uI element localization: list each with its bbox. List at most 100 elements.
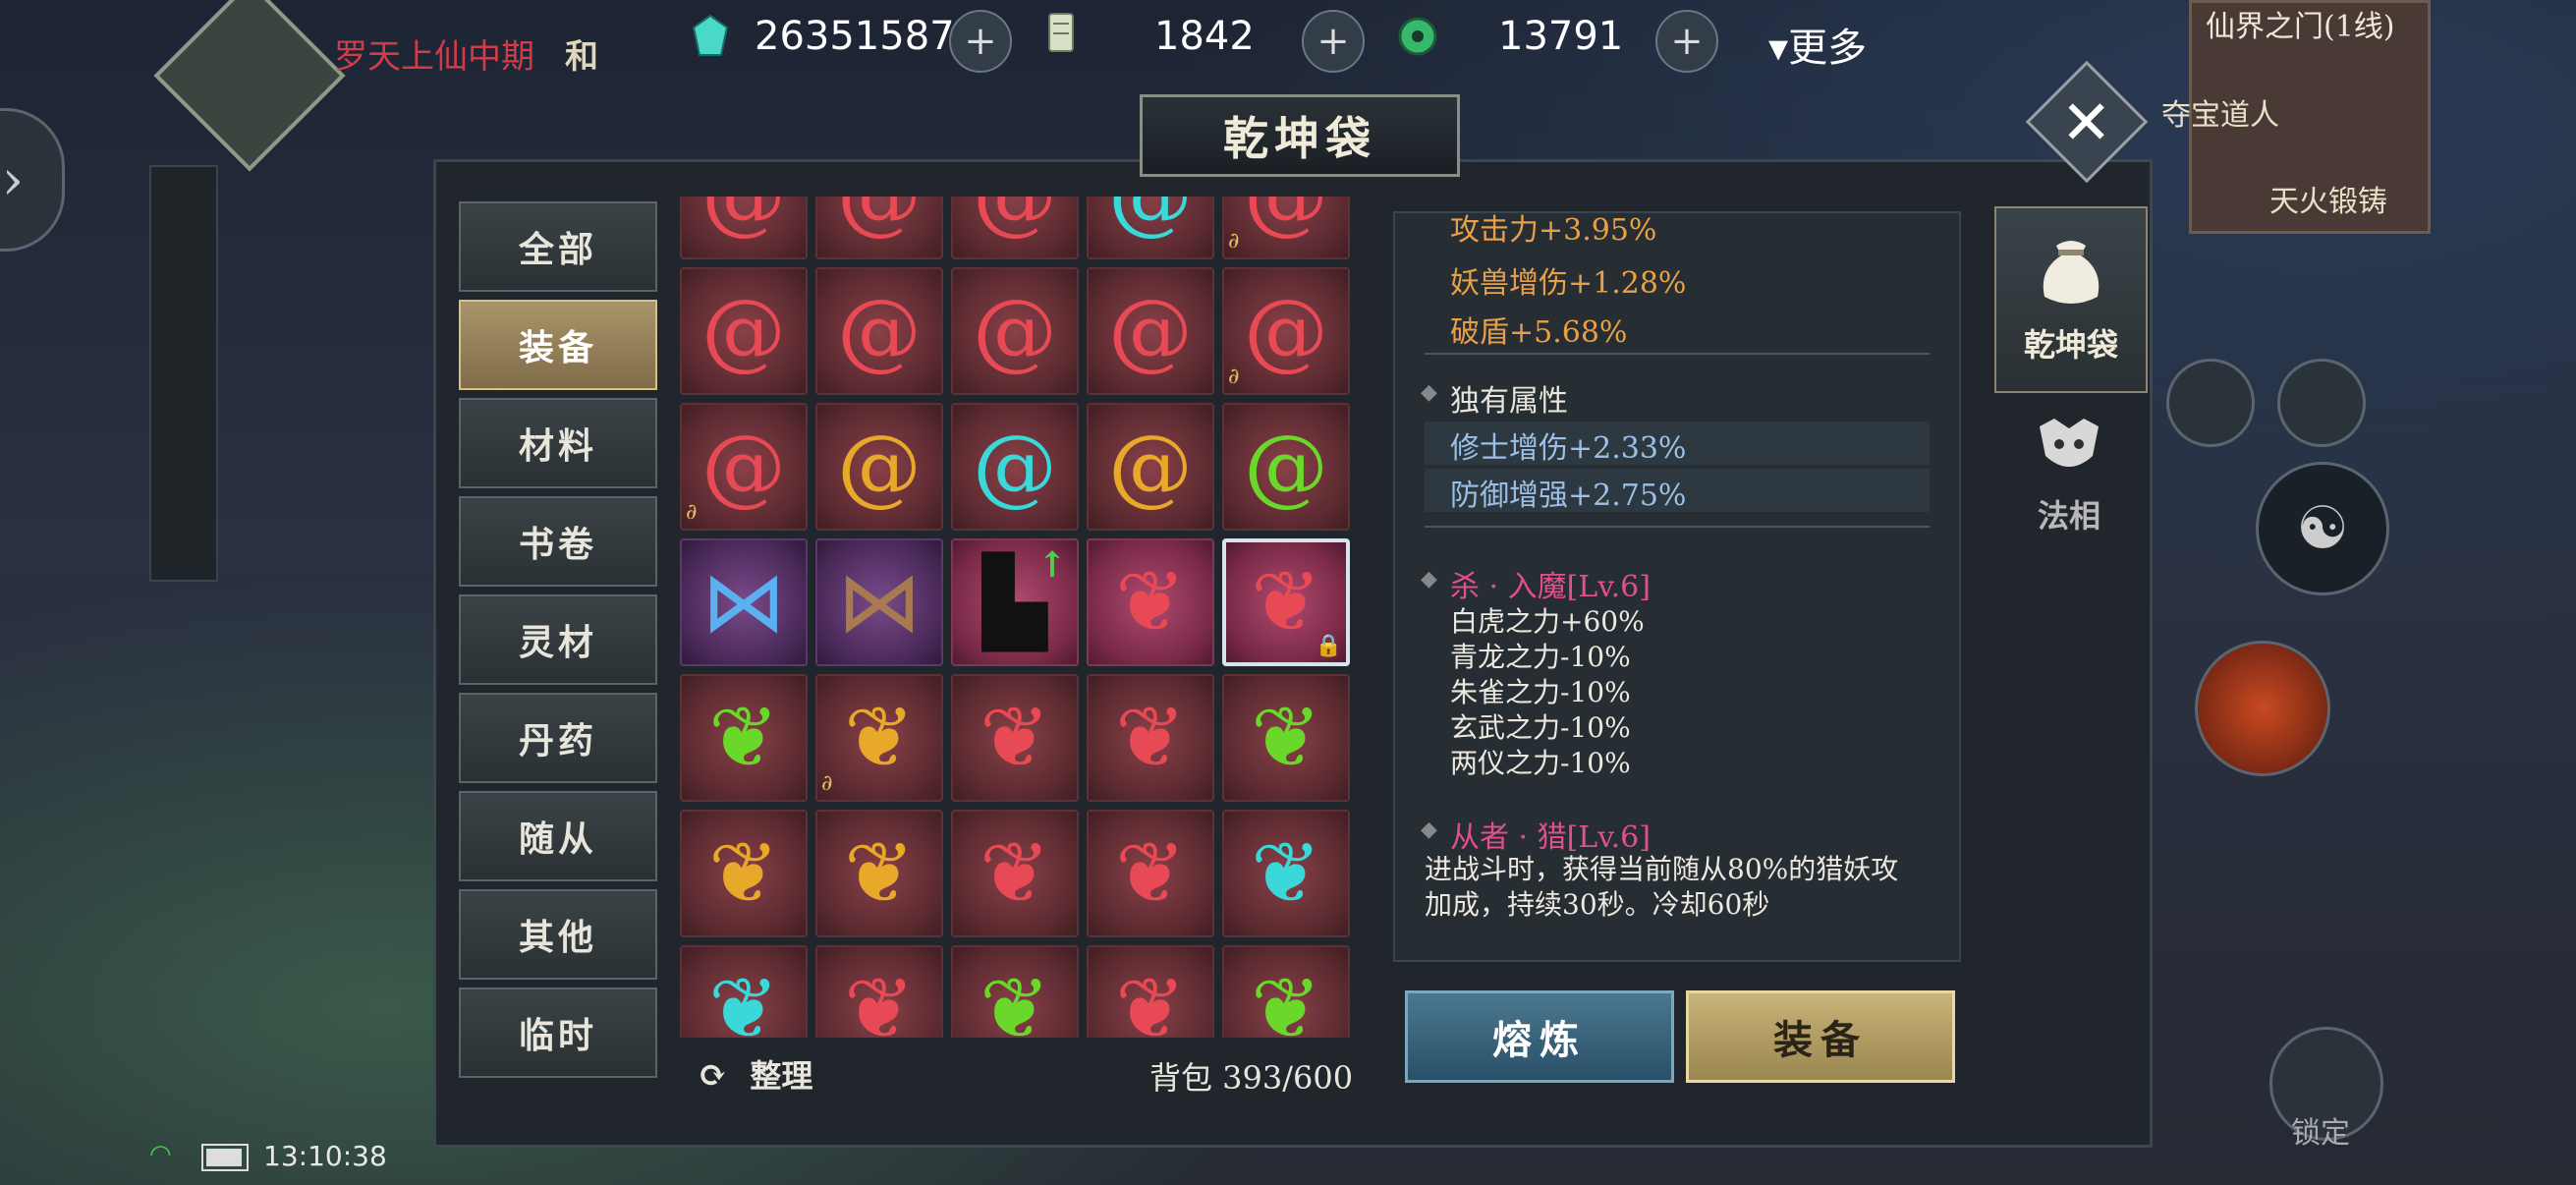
side-tab-dharma[interactable]: 法相 — [1994, 403, 2144, 540]
item-slot[interactable]: @ — [1222, 403, 1350, 531]
item-detail-panel[interactable]: 攻击力+3.95% 妖兽增伤+1.28% 破盾+5.68% ◆ 独有属性 修士增… — [1393, 211, 1961, 962]
item-slot[interactable]: @ — [951, 267, 1079, 395]
map-npc-label: 夺宝道人 — [2161, 98, 2279, 133]
flame-spirit-icon: ❦ — [843, 824, 916, 923]
flame-spirit-icon: ❦ — [1250, 960, 1322, 1038]
item-slot[interactable]: ❦∂ — [680, 945, 808, 1038]
tab-followers[interactable]: 随从 — [459, 791, 657, 881]
item-slot[interactable]: ▙ ↑ — [951, 538, 1079, 666]
bag-shortcut-button[interactable] — [2166, 359, 2255, 447]
sort-label: 整理 — [750, 1057, 813, 1095]
item-slot[interactable]: ❦ — [951, 810, 1079, 937]
item-slot[interactable]: ❦ — [1087, 945, 1214, 1038]
item-slot[interactable]: @ — [815, 403, 943, 531]
item-slot[interactable]: ❦ — [1087, 538, 1214, 666]
tab-books[interactable]: 书卷 — [459, 496, 657, 587]
item-slot[interactable]: @ — [680, 197, 808, 259]
flame-spirit-icon: ❦ — [1250, 553, 1322, 651]
item-slot[interactable]: @ — [1087, 197, 1214, 259]
pk-mode[interactable]: 和 — [565, 29, 598, 78]
item-slot[interactable]: ⋈ — [815, 538, 943, 666]
item-slot[interactable]: ❦ — [680, 810, 808, 937]
item-slot[interactable]: @ — [951, 403, 1079, 531]
tab-temporary[interactable]: 临时 — [459, 988, 657, 1078]
smelt-button[interactable]: 熔炼 — [1405, 990, 1674, 1083]
tab-equipment[interactable]: 装备 — [459, 300, 657, 390]
item-slot[interactable]: @∂ — [1222, 197, 1350, 259]
item-slot[interactable]: ❦ — [1087, 674, 1214, 802]
yin-yang-icon: ☯ — [2296, 494, 2349, 563]
player-avatar[interactable] — [153, 0, 346, 172]
item-slot[interactable]: ❦ — [1222, 674, 1350, 802]
tab-others[interactable]: 其他 — [459, 889, 657, 980]
stat-line: 妖兽增伤+1.28% — [1450, 266, 1687, 301]
item-slot[interactable]: @ — [815, 267, 943, 395]
item-slot[interactable]: @ — [680, 267, 808, 395]
spiral-icon: @ — [837, 282, 922, 380]
flame-skill-button[interactable] — [2195, 641, 2330, 776]
spiral-icon: @ — [973, 282, 1057, 380]
spirit-crystal-icon — [688, 14, 733, 63]
scroll-token-icon — [1039, 10, 1085, 59]
unique-attributes-title: 独有属性 — [1450, 384, 1568, 419]
side-tab-label: 乾坤袋 — [2023, 326, 2118, 364]
spiral-icon: @ — [1108, 282, 1193, 380]
item-slot[interactable]: ⋈ — [680, 538, 808, 666]
side-tab-pouch[interactable]: 乾坤袋 — [1994, 206, 2148, 393]
close-icon: ✕ — [2061, 85, 2112, 158]
tab-materials[interactable]: 材料 — [459, 398, 657, 488]
item-slot[interactable]: ❦∂ — [815, 674, 943, 802]
item-slot[interactable]: @ — [815, 197, 943, 259]
item-slot[interactable]: @∂ — [1222, 267, 1350, 395]
equip-button[interactable]: 装备 — [1686, 990, 1955, 1083]
spiral-icon: @ — [701, 282, 786, 380]
quest-sidebar[interactable] — [149, 165, 218, 582]
divider — [1425, 353, 1930, 355]
unique-stat: 防御增强+2.75% — [1450, 479, 1687, 513]
item-slot[interactable]: ❦∂ — [815, 945, 943, 1038]
add-scroll-token-button[interactable]: + — [1302, 10, 1365, 73]
wings-icon: ⋈ — [837, 553, 922, 651]
jade-coin-icon — [1395, 14, 1440, 63]
item-grid[interactable]: @@@@@∂@@@@@∂@∂@@@@⋈⋈▙↑❦❦🔒❦❦∂❦❦❦❦❦❦❦❦❦∂❦∂… — [680, 197, 1358, 1038]
scroll-token-value: 1842 — [1154, 14, 1255, 59]
wings-icon: ⋈ — [701, 553, 786, 651]
flame-spirit-icon: ❦ — [1114, 553, 1187, 651]
more-label: 更多 — [1788, 26, 1868, 71]
tab-pills[interactable]: 丹药 — [459, 693, 657, 783]
map-name: 仙界之门(1线) — [2206, 10, 2395, 44]
more-button[interactable]: ▾更多 — [1768, 16, 1867, 73]
lock-icon: 🔒 — [1315, 634, 1342, 658]
upgrade-arrow-icon: ↑ — [1036, 544, 1067, 586]
item-slot[interactable]: ❦ — [815, 810, 943, 937]
item-slot[interactable]: @ — [1087, 267, 1214, 395]
item-slot[interactable]: ❦ — [951, 945, 1079, 1038]
item-slot[interactable]: ❦ — [1087, 810, 1214, 937]
item-slot[interactable]: @ — [951, 197, 1079, 259]
expand-left-button[interactable]: › — [0, 108, 65, 252]
flame-spirit-icon: ❦ — [1114, 689, 1187, 787]
bound-icon: ∂ — [686, 500, 698, 525]
taiji-skill-button[interactable]: ☯ — [2256, 462, 2389, 595]
tab-all[interactable]: 全部 — [459, 201, 657, 292]
item-slot[interactable]: @∂ — [680, 403, 808, 531]
chevron-right-icon: › — [1, 147, 25, 212]
chevron-down-icon: ▾ — [1768, 26, 1789, 71]
item-slot[interactable]: ❦ — [1222, 945, 1350, 1038]
item-slot[interactable]: @ — [1087, 403, 1214, 531]
item-slot[interactable]: ❦ 🔒 — [1222, 538, 1350, 666]
map-forge-label: 天火锻铸 — [2269, 185, 2387, 219]
sort-button[interactable]: ⟳ 整理 — [698, 1051, 812, 1097]
spiral-icon: @ — [1244, 197, 1328, 238]
skill-effect: 白虎之力+60% — [1450, 605, 1645, 638]
flame-spirit-icon: ❦ — [1114, 824, 1187, 923]
add-jade-coin-button[interactable]: + — [1655, 10, 1718, 73]
add-spirit-crystal-button[interactable]: + — [949, 10, 1012, 73]
target-button[interactable] — [2277, 359, 2366, 447]
tab-spirit-materials[interactable]: 灵材 — [459, 594, 657, 685]
item-slot[interactable]: ❦ — [951, 674, 1079, 802]
spiral-icon: @ — [837, 418, 922, 516]
item-slot[interactable]: ❦ — [680, 674, 808, 802]
skill-effect: 朱雀之力-10% — [1450, 676, 1631, 708]
item-slot[interactable]: ❦ — [1222, 810, 1350, 937]
